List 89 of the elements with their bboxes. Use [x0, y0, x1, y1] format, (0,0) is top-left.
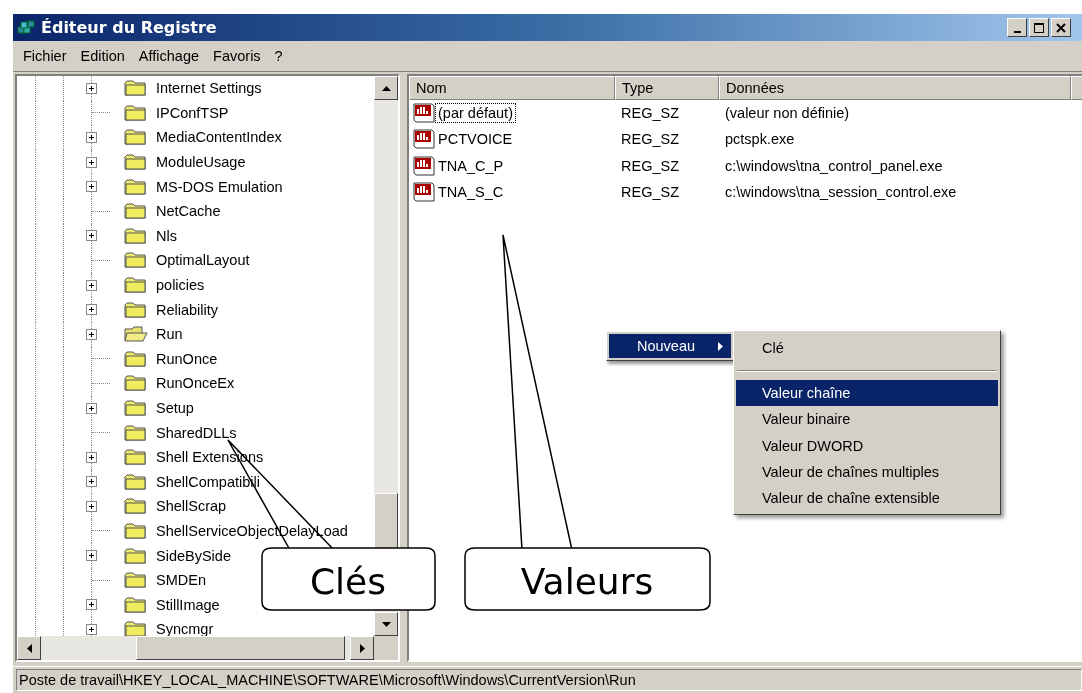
cubes-icon — [17, 18, 37, 37]
close-icon — [1056, 22, 1066, 33]
right-arrow-icon — [359, 643, 365, 653]
close-button[interactable] — [1051, 18, 1071, 37]
scroll-up-button[interactable] — [374, 76, 398, 100]
expand-icon[interactable] — [86, 451, 97, 463]
column-header[interactable]: Données — [719, 76, 1071, 100]
value-name[interactable]: (par défaut) — [435, 103, 516, 124]
menu-item[interactable]: Affichage — [132, 48, 206, 64]
minimize-icon — [1013, 30, 1021, 33]
expand-icon[interactable] — [86, 156, 97, 168]
tree-item[interactable]: ShellScrap — [156, 498, 227, 515]
down-arrow-icon — [381, 621, 391, 627]
menu-item[interactable]: Fichier — [17, 48, 73, 64]
tree-item[interactable]: RunOnceEx — [156, 375, 235, 392]
tree-item[interactable]: OptimalLayout — [156, 252, 250, 269]
minimize-button[interactable] — [1007, 18, 1027, 37]
scroll-left-button[interactable] — [17, 636, 41, 660]
status-path: Poste de travail\HKEY_LOCAL_MACHINE\SOFTWARE\Microsoft\Windows\CurrentVersion\Run — [16, 669, 1082, 691]
tree-item[interactable]: IPConfTSP — [156, 104, 229, 121]
value-data: c:\windows\tna_control_panel.exe — [725, 157, 943, 174]
tree-item[interactable]: StillImage — [156, 596, 220, 613]
up-arrow-icon — [381, 85, 391, 91]
menu-item[interactable]: Valeur binaire — [736, 406, 998, 433]
string-value-icon — [413, 182, 435, 203]
tree-item[interactable]: MS-DOS Emulation — [156, 178, 283, 195]
column-header[interactable]: Nom — [409, 76, 615, 100]
value-type: REG_SZ — [621, 131, 679, 148]
tree-item[interactable]: Setup — [156, 400, 194, 416]
value-type: REG_SZ — [621, 184, 679, 201]
tree-item[interactable]: SMDEn — [156, 572, 206, 589]
tree-item[interactable]: ModuleUsage — [156, 154, 246, 171]
menu-item[interactable]: Favoris — [207, 48, 267, 64]
scroll-thumb[interactable] — [136, 636, 345, 660]
string-value-icon — [413, 129, 435, 150]
tree-item[interactable]: Reliability — [156, 301, 219, 318]
menu-item[interactable]: Nouveau — [609, 334, 731, 358]
tree-item[interactable]: MediaContentIndex — [156, 129, 282, 146]
expand-icon[interactable] — [86, 402, 97, 414]
tree-item[interactable]: policies — [156, 277, 205, 294]
horizontal-scrollbar[interactable] — [17, 636, 398, 660]
tree-item[interactable]: Internet Settings — [156, 80, 262, 97]
tree-item[interactable]: SideBySide — [156, 547, 231, 564]
value-data: (valeur non définie) — [725, 105, 850, 122]
column-header[interactable]: Type — [615, 76, 719, 100]
value-data: c:\windows\tna_session_control.exe — [725, 184, 957, 201]
expand-icon[interactable] — [86, 304, 97, 316]
callout-text: Valeurs — [520, 561, 654, 602]
scroll-right-button[interactable] — [350, 636, 374, 660]
menu-item[interactable]: Clé — [736, 334, 998, 362]
callout-text: Clés — [310, 561, 386, 602]
value-name[interactable]: TNA_C_P — [435, 155, 507, 176]
expand-icon[interactable] — [86, 279, 97, 291]
menu-item[interactable]: Valeur chaîne — [736, 380, 998, 407]
value-type: REG_SZ — [621, 157, 679, 174]
tree-item[interactable]: SharedDLLs — [156, 424, 237, 441]
value-name[interactable]: PCTVOICE — [435, 129, 516, 150]
left-arrow-icon — [26, 643, 32, 653]
maximize-icon — [1034, 22, 1044, 33]
expand-icon[interactable] — [86, 476, 97, 488]
expand-icon[interactable] — [86, 82, 97, 94]
expand-icon[interactable] — [86, 623, 97, 635]
menu-item[interactable]: ? — [268, 48, 289, 64]
expand-icon[interactable] — [86, 550, 97, 562]
value-data: pctspk.exe — [725, 131, 795, 148]
string-value-icon — [413, 155, 435, 176]
expand-icon[interactable] — [86, 500, 97, 512]
expand-icon[interactable] — [86, 181, 97, 193]
menu-item[interactable]: Valeur de chaînes multiples — [736, 458, 998, 486]
scrollbar-corner — [374, 636, 398, 660]
menu-item[interactable]: Valeur DWORD — [736, 432, 998, 459]
expand-icon[interactable] — [86, 230, 97, 242]
expand-icon[interactable] — [86, 599, 97, 611]
value-type: REG_SZ — [621, 105, 679, 122]
tree-item[interactable]: RunOnce — [156, 350, 218, 367]
submenu-arrow-icon — [718, 341, 723, 351]
window-title: Éditeur du Registre — [41, 18, 218, 37]
scroll-down-button[interactable] — [374, 612, 398, 636]
maximize-button[interactable] — [1029, 18, 1049, 37]
menu-item[interactable]: Edition — [74, 48, 131, 64]
expand-icon[interactable] — [86, 132, 97, 143]
string-value-icon — [413, 103, 435, 124]
tree-item[interactable]: Nls — [156, 227, 177, 244]
scroll-thumb[interactable] — [374, 493, 398, 550]
menu-item[interactable]: Valeur de chaîne extensible — [736, 485, 998, 512]
expand-icon[interactable] — [86, 328, 97, 340]
tree-item[interactable]: Run — [156, 326, 183, 343]
tree-item[interactable]: NetCache — [156, 203, 221, 220]
value-name[interactable]: TNA_S_C — [435, 182, 507, 203]
